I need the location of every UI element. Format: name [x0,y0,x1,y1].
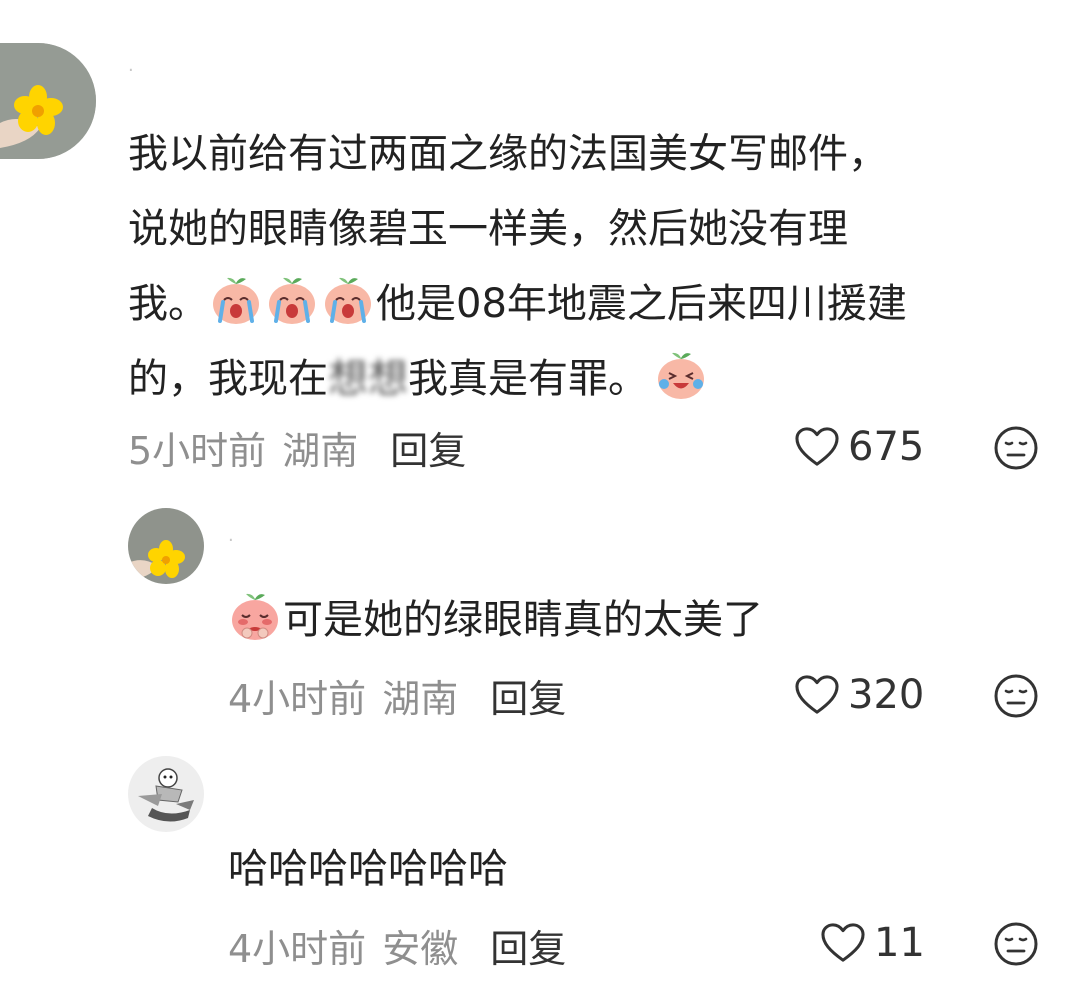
like-button[interactable]: 11 [820,920,925,966]
comment-line: 说她的眼睛像碧玉一样美，然后她没有理 [128,206,848,252]
comment-location: 湖南 [382,677,459,721]
comment-meta: 4小时前 安徽 回复 [228,918,566,973]
reply-button[interactable]: 回复 [490,918,566,973]
blurred-text: 想想 [328,356,408,402]
like-count: 675 [848,424,925,470]
comment-fragment: 他是08年地震之后来四川援建 [376,281,907,327]
neutral-face-icon[interactable] [992,672,1040,720]
comment-fragment: 我。 [128,281,208,327]
heart-outline-icon [794,426,840,468]
neutral-face-icon[interactable] [992,920,1040,968]
comment-meta: 4小时前 湖南 回复 [228,668,566,723]
username[interactable]: · [128,60,134,81]
comment-line: 的，我现在想想我真是有罪。 [128,342,1048,417]
laughing-tears-peach-emoji [654,348,708,402]
like-count: 320 [848,672,925,718]
avatar[interactable] [128,508,204,584]
comment-fragment: 可是她的绿眼睛真的太美了 [283,597,763,643]
comment-text: 我以前给有过两面之缘的法国美女写邮件， 说她的眼睛像碧玉一样美，然后她没有理 我… [128,117,1048,417]
username[interactable]: · [228,530,234,551]
comment-line: 哈哈哈哈哈哈哈 [228,846,508,892]
comment-text: 可是她的绿眼睛真的太美了 [228,583,1028,658]
comment-meta: 5小时前 湖南 回复 [128,420,466,475]
flower-avatar-icon [128,508,204,584]
comment-time: 4小时前 [228,927,367,971]
crying-peach-emoji [265,273,319,327]
comment-time: 5小时前 [128,429,267,473]
comment-location: 安徽 [382,927,459,971]
comment-fragment: 的，我现在 [128,356,328,402]
heart-outline-icon [794,674,840,716]
robot-cat-avatar-icon [128,756,204,832]
like-button[interactable]: 675 [794,424,924,470]
like-button[interactable]: 320 [794,672,924,718]
comment-time: 4小时前 [228,677,367,721]
avatar[interactable] [128,756,204,832]
comment-line: 可是她的绿眼睛真的太美了 [228,583,1028,658]
comment-location: 湖南 [282,429,359,473]
flower-avatar-icon [0,43,96,159]
heart-outline-icon [820,922,866,964]
crying-peach-emoji [321,273,375,327]
comment-line: 我以前给有过两面之缘的法国美女写邮件， [128,131,888,177]
crying-peach-emoji [209,273,263,327]
shy-peach-emoji [228,589,282,643]
like-count: 11 [874,920,925,966]
neutral-face-icon[interactable] [992,424,1040,472]
avatar[interactable] [0,43,96,159]
comment-text: 哈哈哈哈哈哈哈 [228,832,1028,907]
reply-button[interactable]: 回复 [490,668,566,723]
reply-button[interactable]: 回复 [390,420,466,475]
comment-fragment: 我真是有罪。 [408,356,648,402]
comment-line: 我。 他是08年地震之后来四川援建 [128,267,1048,342]
